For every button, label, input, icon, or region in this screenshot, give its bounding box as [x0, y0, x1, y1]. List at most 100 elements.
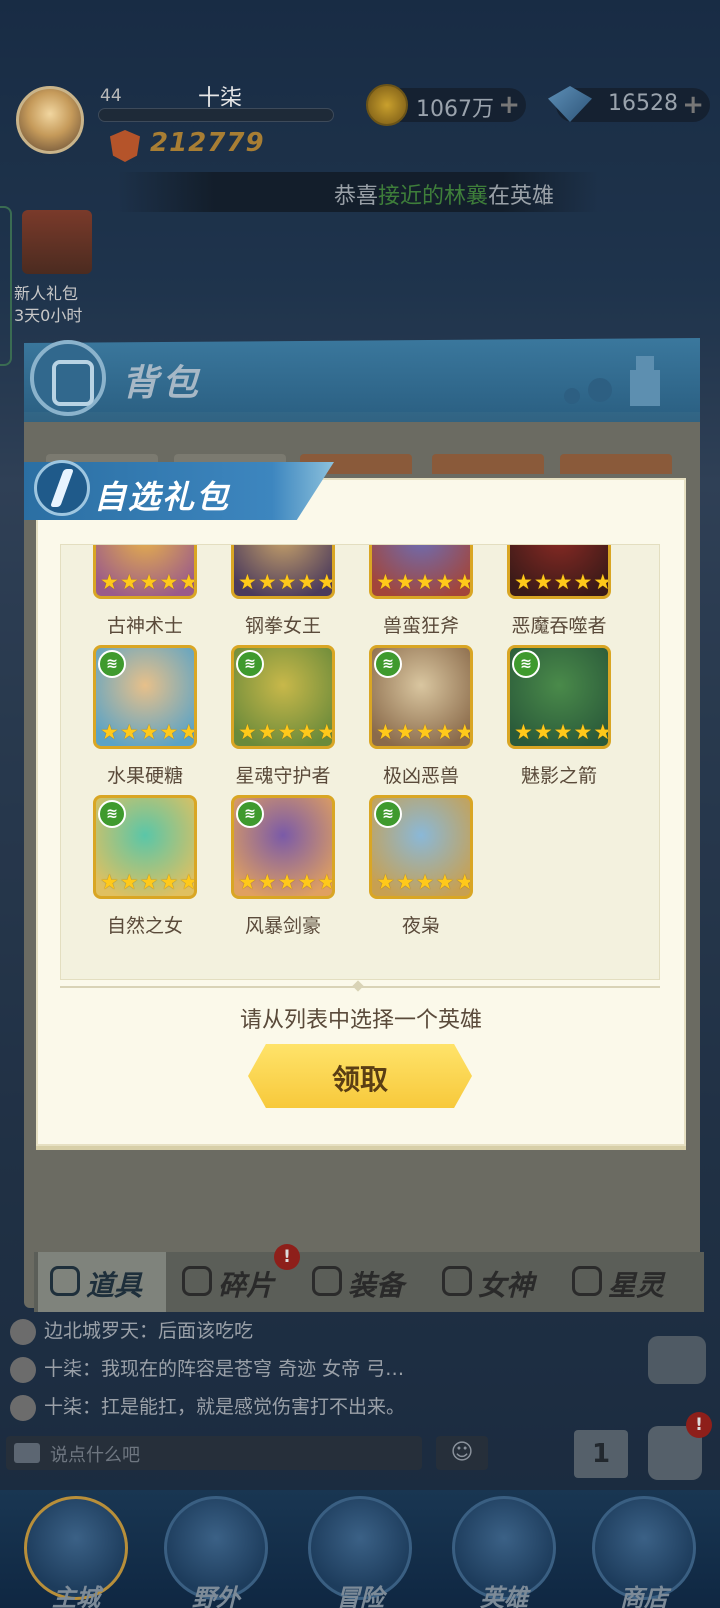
- star-icon: ★: [593, 720, 611, 744]
- notification-badge: !: [274, 1244, 300, 1270]
- add-gem-button[interactable]: +: [682, 90, 704, 120]
- star-icon: ★: [435, 720, 455, 744]
- wind-element-icon: ≋: [374, 650, 402, 678]
- tab-items[interactable]: 道具: [38, 1252, 166, 1312]
- star-rating: ★ ★ ★ ★ ★: [376, 720, 470, 744]
- star-icon: ★: [238, 720, 257, 744]
- star-icon: ★: [317, 870, 335, 894]
- star-icon: ★: [159, 870, 179, 894]
- nav-heroes[interactable]: 英雄: [444, 1496, 564, 1608]
- hero-portrait: ≋ ★ ★ ★ ★ ★: [93, 795, 197, 899]
- star-icon: ★: [376, 870, 395, 894]
- hero-option[interactable]: ≋ ★ ★ ★ ★ ★ 水果硬糖: [61, 645, 197, 795]
- player-avatar[interactable]: [16, 86, 84, 154]
- nav-adventure[interactable]: 冒险: [300, 1496, 420, 1608]
- tab-equipment[interactable]: 装备: [300, 1252, 428, 1312]
- star-icon: ★: [277, 570, 297, 594]
- star-icon: ★: [573, 720, 593, 744]
- combat-power: 212779: [150, 128, 265, 158]
- divider: [60, 986, 660, 988]
- side-drawer-handle[interactable]: [0, 206, 12, 366]
- star-rating: ★ ★ ★ ★ ★: [238, 570, 332, 594]
- star-icon: ★: [415, 870, 435, 894]
- wind-element-icon: ≋: [98, 800, 126, 828]
- cat-decoration-icon: [564, 356, 660, 406]
- hero-option[interactable]: ★ ★ ★ ★ ★ 古神术士: [61, 545, 197, 645]
- hero-portrait: ★ ★ ★ ★ ★: [369, 545, 473, 599]
- xp-bar: [98, 108, 334, 122]
- nav-main-city[interactable]: 主城: [16, 1496, 136, 1608]
- star-icon: ★: [139, 870, 159, 894]
- hero-option[interactable]: ★ ★ ★ ★ ★ 兽蛮狂斧: [337, 545, 473, 645]
- emoji-button[interactable]: ☺: [436, 1436, 488, 1470]
- star-icon: ★: [159, 720, 179, 744]
- star-icon: ★: [100, 570, 119, 594]
- star-rating: ★ ★ ★ ★ ★: [376, 570, 473, 594]
- star-icon: ★: [455, 570, 473, 594]
- leaderboard-icon[interactable]: 1: [574, 1430, 628, 1478]
- star-icon: ★: [100, 720, 119, 744]
- gold-coin-icon: [366, 84, 408, 126]
- hero-option[interactable]: ≋ ★ ★ ★ ★ ★ 自然之女: [61, 795, 197, 945]
- star-icon: ★: [119, 570, 139, 594]
- wind-element-icon: ≋: [512, 650, 540, 678]
- bag-slot-strip: [432, 454, 544, 474]
- chat-avatar: [10, 1356, 36, 1383]
- hero-portrait: ★ ★ ★ ★ ★: [507, 545, 611, 599]
- star-rating: ★ ★ ★ ★ ★: [376, 870, 470, 894]
- dialog-title: 自选礼包: [94, 478, 231, 516]
- backpack-nav-icon[interactable]: !: [648, 1412, 712, 1480]
- hero-portrait: ≋ ★ ★ ★ ★ ★: [369, 795, 473, 899]
- star-rating: ★ ★ ★ ★ ★: [514, 720, 611, 744]
- star-rating: ★ ★ ★ ★ ★: [514, 572, 608, 593]
- hero-portrait: ≋ ★ ★ ★ ★ ★: [231, 795, 335, 899]
- wind-element-icon: ≋: [236, 800, 264, 828]
- hero-option[interactable]: ≋ ★ ★ ★ ★ ★ 极凶恶兽: [337, 645, 473, 795]
- star-icon: ★: [277, 870, 297, 894]
- newbie-gift-timer: 3天0小时: [14, 306, 83, 325]
- notification-badge: !: [686, 1412, 712, 1438]
- nav-wilderness[interactable]: 野外: [156, 1496, 276, 1608]
- star-rating: ★ ★ ★ ★ ★: [238, 720, 332, 744]
- star-icon: ★: [139, 720, 159, 744]
- hero-option[interactable]: ≋ ★ ★ ★ ★ ★ 星魂守护者: [199, 645, 335, 795]
- newbie-gift-button[interactable]: 新人礼包 3天0小时: [14, 206, 96, 326]
- hero-list[interactable]: ★ ★ ★ ★ ★ 古神术士 ★ ★ ★ ★ ★ 钢拳女王 ★ ★ ★ ★ ★ 兽蛮狂斧 ★ ★ ★ ★ ★ 恶魔吞噬者 ≋ ★ ★…: [60, 544, 660, 980]
- hero-option[interactable]: ★ ★ ★ ★ ★ 钢拳女王: [199, 545, 335, 645]
- star-icon: ★: [435, 570, 455, 594]
- equipment-icon: [312, 1266, 342, 1296]
- star-icon: ★: [376, 570, 395, 594]
- tab-shards[interactable]: 碎片 !: [170, 1244, 300, 1312]
- star-icon: ★: [395, 870, 415, 894]
- chat-message: 十柒：我现在的阵容是苍穹 奇迹 女帝 弓…: [10, 1354, 490, 1383]
- feather-icon: [34, 460, 90, 516]
- wind-element-icon: ≋: [236, 650, 264, 678]
- hero-option[interactable]: ≋ ★ ★ ★ ★ ★ 魅影之箭: [475, 645, 611, 795]
- friends-icon[interactable]: [648, 1336, 706, 1384]
- tab-star-spirit[interactable]: 星灵: [560, 1252, 688, 1312]
- bag-title: 背包: [122, 363, 203, 404]
- chat-avatar: [10, 1394, 36, 1421]
- tab-goddess[interactable]: 女神: [430, 1252, 558, 1312]
- star-spirit-icon: [572, 1266, 602, 1296]
- nav-shop[interactable]: 商店: [584, 1496, 704, 1608]
- chat-avatar: [10, 1318, 36, 1345]
- player-level: 44: [100, 86, 122, 106]
- hero-portrait: ★ ★ ★ ★ ★: [93, 545, 197, 599]
- hero-portrait: ★ ★ ★ ★ ★: [231, 545, 335, 599]
- star-icon: ★: [179, 870, 197, 894]
- gift-box-icon: [22, 210, 92, 274]
- add-gold-button[interactable]: +: [498, 90, 520, 120]
- star-icon: ★: [376, 720, 395, 744]
- hero-portrait: ≋ ★ ★ ★ ★ ★: [231, 645, 335, 749]
- selection-prompt: 请从列表中选择一个英雄: [239, 1008, 482, 1033]
- hero-option[interactable]: ≋ ★ ★ ★ ★ ★ 夜枭: [337, 795, 473, 945]
- hero-portrait: ≋ ★ ★ ★ ★ ★: [507, 645, 611, 749]
- star-icon: ★: [179, 720, 197, 744]
- hero-option[interactable]: ★ ★ ★ ★ ★ 恶魔吞噬者: [475, 545, 611, 645]
- star-icon: ★: [297, 570, 317, 594]
- hero-option[interactable]: ≋ ★ ★ ★ ★ ★ 风暴剑豪: [199, 795, 335, 945]
- claim-button-label[interactable]: 领取: [248, 1058, 472, 1098]
- chat-input[interactable]: 说点什么吧: [6, 1436, 422, 1470]
- star-rating: ★ ★ ★ ★ ★: [100, 720, 197, 744]
